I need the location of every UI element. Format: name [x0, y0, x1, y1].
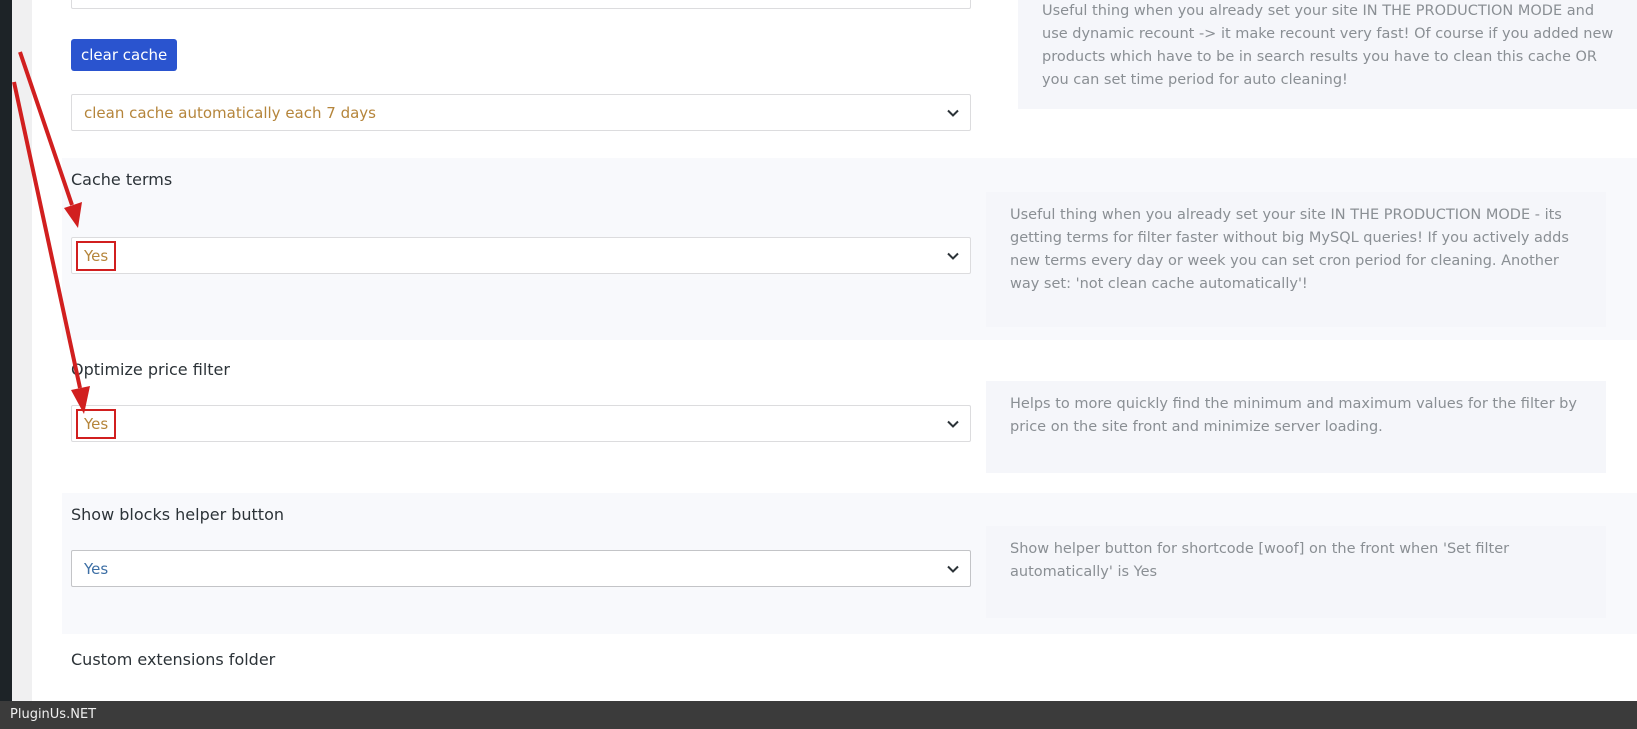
auto-clean-select-value: clean cache automatically each 7 days — [84, 103, 376, 122]
show-blocks-helper-label: Show blocks helper button — [71, 505, 284, 524]
page-gutter — [12, 0, 32, 701]
show-blocks-helper-select-value: Yes — [84, 559, 109, 578]
show-blocks-helper-help-text: Show helper button for shortcode [woof] … — [986, 526, 1606, 618]
optimize-price-filter-select-value: Yes — [76, 408, 117, 439]
watermark-footer: PluginUs.NET — [0, 701, 1637, 729]
watermark-text: PluginUs.NET — [10, 707, 97, 722]
section-optimize-price-filter: Optimize price filter Yes Helps to more … — [62, 348, 1637, 485]
cache-terms-select[interactable]: Yes — [71, 237, 971, 274]
clear-cache-button[interactable]: clear cache — [71, 39, 178, 71]
chevron-down-icon — [946, 106, 960, 120]
optimize-price-filter-help-text: Helps to more quickly find the minimum a… — [986, 381, 1606, 473]
section-cache-terms: Cache terms Yes Useful thing when you al… — [62, 158, 1637, 340]
section-show-blocks-helper: Show blocks helper button Yes Show helpe… — [62, 493, 1637, 634]
optimize-price-filter-select[interactable]: Yes — [71, 405, 971, 442]
optimize-price-filter-label: Optimize price filter — [71, 360, 230, 379]
section-custom-extensions: Custom extensions folder — [62, 640, 1637, 701]
chevron-down-icon — [946, 249, 960, 263]
cache-help-text: Useful thing when you already set your s… — [1018, 0, 1637, 109]
cache-terms-help-text: Useful thing when you already set your s… — [986, 192, 1606, 327]
show-blocks-helper-select[interactable]: Yes — [71, 550, 971, 587]
chevron-down-icon — [946, 562, 960, 576]
cache-terms-select-value: Yes — [76, 240, 117, 271]
previous-field-input[interactable] — [71, 0, 971, 9]
cache-terms-label: Cache terms — [71, 170, 173, 189]
auto-clean-select[interactable]: clean cache automatically each 7 days — [71, 94, 971, 131]
chevron-down-icon — [946, 417, 960, 431]
admin-sidebar-edge — [0, 0, 12, 729]
settings-panel: clear cache clean cache automatically ea… — [32, 0, 1637, 701]
section-cache: clear cache clean cache automatically ea… — [32, 0, 1637, 150]
custom-extensions-label: Custom extensions folder — [71, 650, 276, 669]
